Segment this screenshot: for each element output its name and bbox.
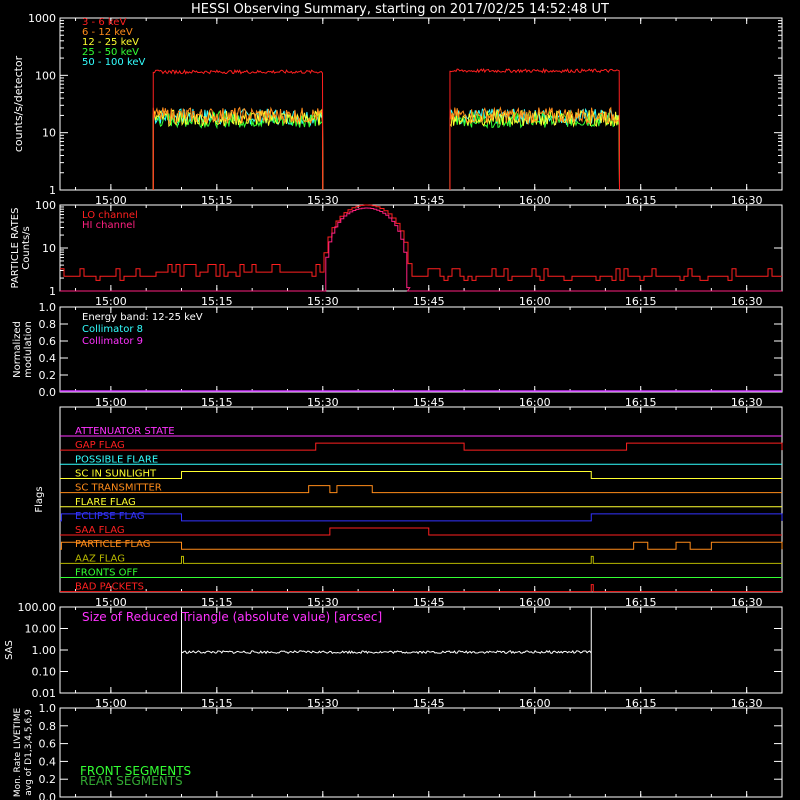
y-tick-label: 1000 xyxy=(28,12,56,25)
flag-line xyxy=(60,527,782,536)
y-tick-label: 0.10 xyxy=(32,666,57,679)
legend-entry: Collimator 9 xyxy=(82,336,143,347)
flag-label: POSSIBLE FLARE xyxy=(75,454,158,465)
y-tick-label: 1 xyxy=(49,184,56,197)
y-axis-label: Flags xyxy=(34,486,45,512)
y-tick-label: 1 xyxy=(49,285,56,298)
y-tick-label: 0.8 xyxy=(39,720,57,733)
series-25-50kev xyxy=(449,110,621,191)
y-tick-label: 10.00 xyxy=(25,623,57,636)
legend-entry: 50 - 100 keV xyxy=(82,57,146,68)
y-tick-label: 0.2 xyxy=(39,369,57,382)
flag-label: ECLIPSE FLAG xyxy=(75,511,145,522)
flag-line xyxy=(60,584,782,593)
x-tick-label: 15:00 xyxy=(95,295,127,308)
series-3-6kev xyxy=(449,67,621,191)
flag-label: SC IN SUNLIGHT xyxy=(75,468,157,479)
x-tick-label: 16:00 xyxy=(519,295,551,308)
y-tick-label: 0.4 xyxy=(39,755,57,768)
x-tick-label: 15:15 xyxy=(201,295,233,308)
y-axis-label: counts/s/detector xyxy=(12,55,25,152)
series-hi-channel xyxy=(60,207,782,292)
y-axis-label: PARTICLE RATES xyxy=(10,208,21,289)
flag-label: SC TRANSMITTER xyxy=(75,483,162,494)
legend-entry: REAR SEGMENTS xyxy=(80,774,183,788)
flag-line xyxy=(60,541,783,550)
panel-frame-2 xyxy=(59,204,783,292)
y-tick-label: 100 xyxy=(35,199,56,212)
y-tick-label: 0.0 xyxy=(39,791,57,800)
y-axis-label: SAS xyxy=(4,640,15,660)
flag-label: BAD PACKETS xyxy=(75,582,144,593)
legend-entry: HI channel xyxy=(82,220,135,231)
flag-label: SAA FLAG xyxy=(75,525,125,536)
flag-line xyxy=(60,485,782,494)
y-tick-label: 100 xyxy=(35,69,56,82)
y-tick-label: 0.8 xyxy=(39,318,57,331)
y-tick-label: 0.4 xyxy=(39,352,57,365)
flag-label: AAZ FLAG xyxy=(75,553,125,564)
panel-frame-1 xyxy=(59,17,783,191)
y-axis-label: Normalized xyxy=(12,321,23,378)
y-tick-label: 1.00 xyxy=(32,644,57,657)
series-lo-channel xyxy=(59,204,782,281)
y-axis-label: Counts/s xyxy=(21,226,32,270)
y-tick-label: 0.01 xyxy=(32,687,57,700)
flag-line xyxy=(60,555,782,564)
chart-title: HESSI Observing Summary, starting on 201… xyxy=(191,2,609,17)
y-tick-label: 10 xyxy=(42,127,56,140)
flag-line xyxy=(60,513,783,522)
flag-label: ATTENUATOR STATE xyxy=(75,426,175,437)
flag-label: FRONTS OFF xyxy=(75,568,138,579)
series-3-6kev xyxy=(152,68,324,191)
y-tick-label: 1.0 xyxy=(39,702,57,715)
sas-annotation: Size of Reduced Triangle (absolute value… xyxy=(82,610,382,624)
hessi-summary-plot: HESSI Observing Summary, starting on 201… xyxy=(4,2,783,800)
y-tick-label: 0.6 xyxy=(39,335,57,348)
flag-line xyxy=(60,470,782,479)
y-tick-label: 0.6 xyxy=(39,738,57,751)
legend-entry: Collimator 8 xyxy=(82,324,143,335)
y-tick-label: 1.0 xyxy=(39,301,57,314)
flag-label: FLARE FLAG xyxy=(75,497,136,508)
y-tick-label: 10 xyxy=(42,242,56,255)
flag-line xyxy=(60,442,783,451)
flag-label: PARTICLE FLAG xyxy=(75,539,151,550)
y-tick-label: 100.00 xyxy=(18,601,57,614)
flag-label: GAP FLAG xyxy=(75,440,125,451)
y-axis-label: Mon. Rate LIVETIME xyxy=(13,708,23,798)
x-tick-label: 15:30 xyxy=(307,295,339,308)
y-tick-label: 0.0 xyxy=(39,386,57,399)
y-axis-label: avg of D1,3,4,5,6,9 xyxy=(24,709,34,796)
x-tick-label: 16:30 xyxy=(731,295,763,308)
legend-entry: Energy band: 12-25 keV xyxy=(82,312,203,323)
y-axis-label: modulation xyxy=(23,321,34,378)
x-tick-label: 16:15 xyxy=(625,295,657,308)
x-tick-label: 15:45 xyxy=(413,295,445,308)
y-tick-label: 0.2 xyxy=(39,773,57,786)
